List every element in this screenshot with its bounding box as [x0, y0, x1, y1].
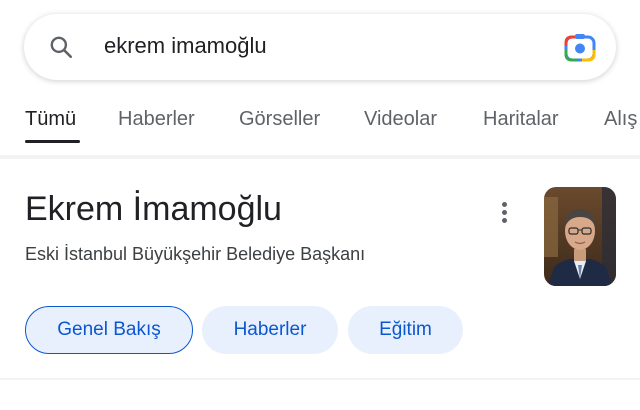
divider	[0, 155, 640, 159]
divider	[0, 378, 640, 380]
tab-news[interactable]: Haberler	[118, 108, 195, 131]
google-lens-icon[interactable]	[564, 32, 596, 62]
search-icon[interactable]	[48, 34, 74, 60]
more-vert-icon[interactable]	[494, 202, 514, 228]
entity-subtitle: Eski İstanbul Büyükşehir Belediye Başkan…	[25, 244, 366, 264]
tab-images[interactable]: Görseller	[239, 108, 320, 131]
tab-videos[interactable]: Videolar	[364, 108, 437, 131]
search-bar[interactable]: ekrem imamoğlu	[24, 14, 616, 80]
search-tabs: Tümü Haberler Görseller Videolar Harital…	[0, 100, 640, 146]
entity-title: Ekrem İmamoğlu	[25, 190, 282, 228]
chip-news[interactable]: Haberler	[202, 306, 338, 354]
tab-maps[interactable]: Haritalar	[483, 108, 559, 131]
person-photo[interactable]	[544, 187, 616, 286]
active-tab-indicator	[25, 140, 80, 143]
tab-shopping[interactable]: Alış	[604, 108, 637, 131]
search-input[interactable]: ekrem imamoğlu	[104, 33, 267, 59]
chip-education[interactable]: Eğitim	[348, 306, 463, 354]
tab-all[interactable]: Tümü	[25, 108, 76, 131]
chip-overview[interactable]: Genel Bakış	[25, 306, 193, 354]
person-photo-image	[544, 187, 616, 286]
